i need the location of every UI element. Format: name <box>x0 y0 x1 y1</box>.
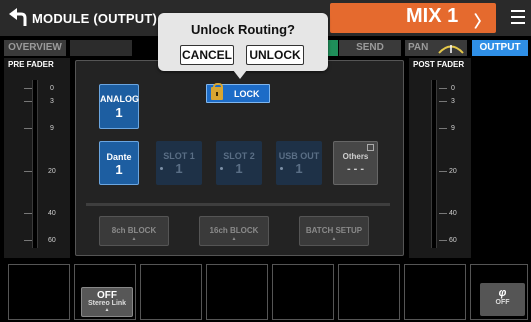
pre-scale-60: 60 <box>48 237 56 244</box>
post-fader-meter: POST FADER 0 3 9 20 40 60 <box>409 58 471 258</box>
post-fader-bar <box>431 80 437 248</box>
post-scale-20: 20 <box>449 168 457 175</box>
slot2-label: SLOT 2 <box>223 151 255 161</box>
batch-setup-button[interactable]: BATCH SETUP ▲ <box>299 216 369 246</box>
usb-out-label: USB OUT <box>278 151 320 161</box>
knob-slot[interactable] <box>206 264 268 320</box>
pre-fader-bar <box>32 80 38 248</box>
pan-knob-icon <box>438 45 464 54</box>
triangle-up-icon: ▲ <box>331 236 337 242</box>
triangle-up-icon: ▲ <box>231 236 237 242</box>
dialog-title: Unlock Routing? <box>191 22 295 37</box>
page-title: MODULE (OUTPUT) <box>32 11 158 26</box>
tab-overview[interactable]: OVERVIEW <box>4 40 66 56</box>
cancel-button[interactable]: CANCEL <box>180 45 234 65</box>
pre-scale-40: 40 <box>48 210 56 217</box>
dante-label: Dante <box>106 152 132 162</box>
unlock-dialog: Unlock Routing? CANCEL UNLOCK <box>158 13 328 71</box>
usb-out-button[interactable]: USB OUT 1 <box>276 141 322 185</box>
knob-slot[interactable] <box>272 264 334 320</box>
lock-icon <box>211 83 223 100</box>
mix-selector[interactable]: MIX 1 <box>330 3 496 33</box>
knob-slot[interactable] <box>404 264 466 320</box>
stereo-link-label: Stereo Link <box>87 300 127 307</box>
knob-slot[interactable] <box>8 264 70 320</box>
mix-label: MIX 1 <box>406 5 459 27</box>
16ch-block-button[interactable]: 16ch BLOCK ▲ <box>199 216 269 246</box>
dialog-pointer <box>233 70 247 79</box>
slot1-label: SLOT 1 <box>163 151 195 161</box>
8ch-block-button[interactable]: 8ch BLOCK ▲ <box>99 216 169 246</box>
post-scale-60: 60 <box>449 237 457 244</box>
analog-button[interactable]: ANALOG 1 <box>99 84 139 129</box>
pre-scale-9: 9 <box>50 125 54 132</box>
others-value: - - - <box>346 163 365 175</box>
pre-fader-meter: PRE FADER 0 3 9 20 40 60 <box>4 58 70 258</box>
next-channel-icon[interactable]: 〉 <box>474 8 490 32</box>
pre-scale-3: 3 <box>50 98 54 105</box>
analog-value: 1 <box>115 105 123 120</box>
dante-value: 1 <box>115 162 123 177</box>
others-label: Others <box>342 152 369 161</box>
phase-icon: φ <box>498 287 507 299</box>
phase-button[interactable]: φ OFF <box>480 283 525 316</box>
external-link-icon <box>367 144 374 151</box>
unlock-button[interactable]: UNLOCK <box>246 45 304 65</box>
triangle-up-icon: ▲ <box>104 307 110 313</box>
post-fader-title: POST FADER <box>413 60 465 69</box>
phase-value: OFF <box>495 299 510 306</box>
tab-send[interactable]: SEND <box>339 40 401 56</box>
tab-output[interactable]: OUTPUT <box>472 40 528 56</box>
knob-row <box>0 260 531 322</box>
slot2-button[interactable]: SLOT 2 1 <box>216 141 262 185</box>
post-scale-9: 9 <box>451 125 455 132</box>
batch-setup-label: BATCH SETUP <box>305 226 363 235</box>
lock-label: LOCK <box>234 89 260 99</box>
others-button[interactable]: Others - - - <box>333 141 378 185</box>
post-scale-3: 3 <box>451 98 455 105</box>
menu-icon[interactable] <box>511 10 525 24</box>
pre-scale-20: 20 <box>48 168 56 175</box>
back-arrow-icon[interactable] <box>6 5 28 29</box>
lock-button[interactable]: LOCK <box>206 83 270 103</box>
8ch-block-label: 8ch BLOCK <box>111 226 157 235</box>
post-scale-40: 40 <box>449 210 457 217</box>
16ch-block-label: 16ch BLOCK <box>209 226 259 235</box>
triangle-up-icon: ▲ <box>131 236 137 242</box>
tab-eq[interactable] <box>70 40 132 56</box>
tab-pan-label: PAN <box>408 42 429 53</box>
post-scale-0: 0 <box>451 85 455 92</box>
stereo-link-button[interactable]: OFF Stereo Link ▲ <box>81 287 133 317</box>
knob-slot[interactable] <box>140 264 202 320</box>
slot1-button[interactable]: SLOT 1 1 <box>156 141 202 185</box>
divider <box>86 203 390 206</box>
pre-fader-title: PRE FADER <box>8 60 54 69</box>
knob-slot[interactable] <box>338 264 400 320</box>
pre-scale-0: 0 <box>50 85 54 92</box>
analog-label: ANALOG <box>100 94 139 104</box>
dante-button[interactable]: Dante 1 <box>99 141 139 185</box>
